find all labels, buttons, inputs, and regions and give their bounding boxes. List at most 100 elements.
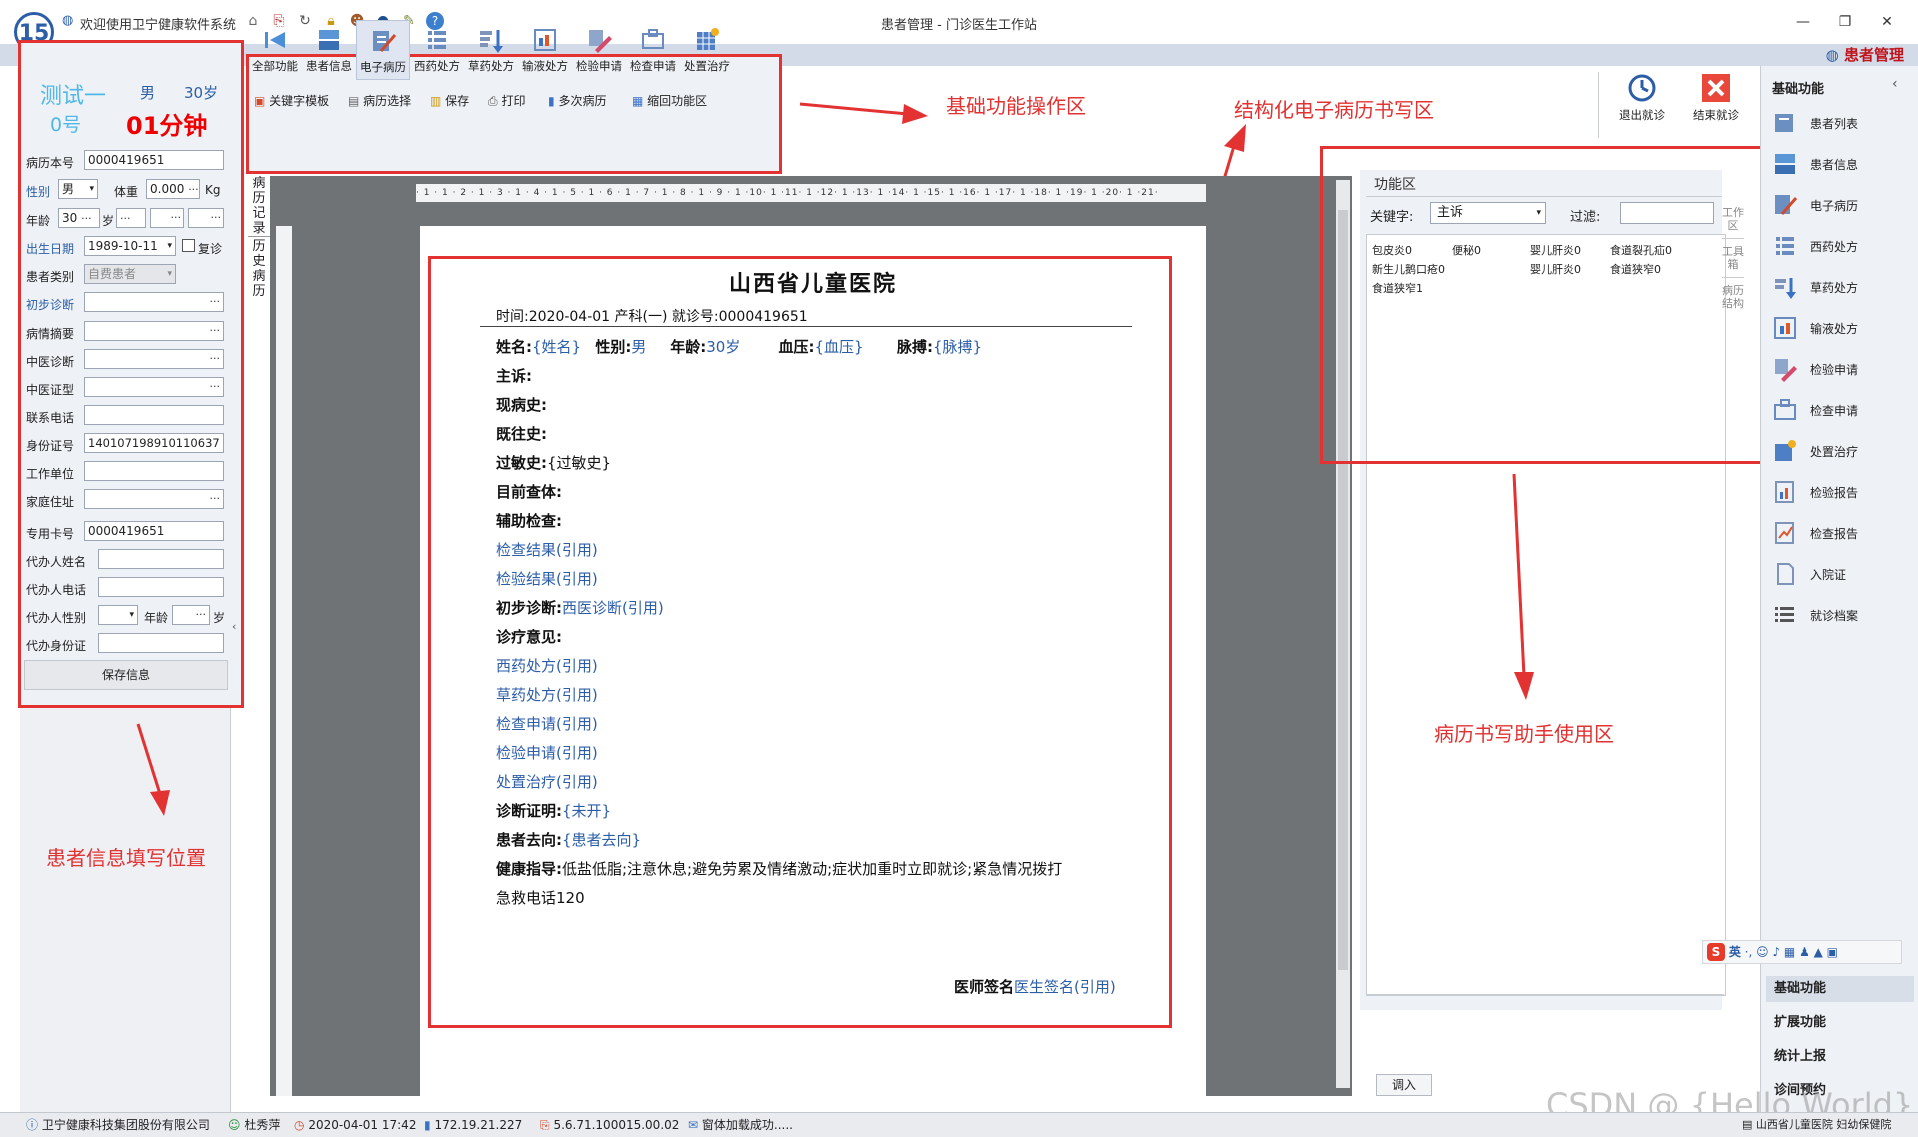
multi-record-button[interactable]: ▮ 多次病历 [548, 92, 606, 109]
tab-history[interactable]: 历史病历 [248, 237, 270, 299]
category-statistics[interactable]: 统计上报 [1766, 1044, 1914, 1070]
toolbar-lab-request-button[interactable]: 检验申请 [572, 20, 626, 80]
nav-exam-report[interactable]: 检查报告 [1772, 520, 1912, 546]
destination-line[interactable]: 患者去向:{患者去向} [496, 829, 641, 850]
annotation-patient-info: 患者信息填写位置 [46, 846, 206, 870]
infusion-icon [1774, 317, 1796, 339]
agent-id-field[interactable] [98, 633, 224, 653]
allergy-line[interactable]: 过敏史:{过敏史} [496, 452, 611, 473]
toolbar-western-rx-button[interactable]: 西药处方 [410, 20, 464, 80]
id-field[interactable]: 140107198910110637 [84, 433, 224, 453]
category-basic[interactable]: 基础功能 [1766, 976, 1914, 1002]
summary-field[interactable]: ··· [84, 321, 224, 341]
toolbar-patient-info-button[interactable]: 患者信息 [302, 20, 356, 80]
nav-emr[interactable]: 电子病历 [1772, 192, 1912, 218]
western-rx-ref[interactable]: 西药处方(引用) [496, 655, 598, 676]
health-guidance-line[interactable]: 健康指导:低盐低脂;注意休息;避免劳累及情绪激动;症状加重时立即就诊;紧急情况拨… [496, 858, 1062, 879]
phone-field[interactable] [84, 405, 224, 425]
import-button[interactable]: 调入 [1376, 1074, 1432, 1096]
status-ip: ▮ 172.19.21.227 [424, 1118, 523, 1132]
sex-select[interactable]: 男 ▾ [58, 179, 98, 199]
birth-date-picker[interactable]: 1989-10-11 ▾ [84, 236, 176, 256]
nav-visit-archive[interactable]: 就诊档案 [1772, 602, 1912, 628]
present-history-line[interactable]: 现病史: [496, 394, 547, 415]
restore-button[interactable]: ❐ [1830, 10, 1860, 34]
toolbar-herbal-rx-button[interactable]: 草药处方 [464, 20, 518, 80]
category-select[interactable]: 自费患者 ▾ [84, 264, 176, 284]
age-day-field[interactable]: ··· [150, 208, 184, 228]
lab-result-ref[interactable]: 检验结果(引用) [496, 568, 598, 589]
nav-patient-list[interactable]: 患者列表 [1772, 110, 1912, 136]
prelim-diag-line[interactable]: 初步诊断:西医诊断(引用) [496, 597, 664, 618]
revisit-checkbox[interactable] [182, 239, 195, 252]
pulse-field[interactable]: {脉搏} [933, 338, 982, 356]
exam-request-icon [1774, 399, 1796, 420]
physical-exam-line[interactable]: 目前查体: [496, 481, 562, 502]
chevron-down-icon: ▾ [167, 241, 172, 251]
complaint-line[interactable]: 主诉: [496, 365, 532, 386]
save-info-button[interactable]: 保存信息 [24, 660, 228, 690]
nav-treatment[interactable]: 处置治疗 [1772, 438, 1912, 464]
advice-line[interactable]: 诊疗意见: [496, 626, 562, 647]
minimize-button[interactable]: — [1788, 10, 1818, 34]
bp-field[interactable]: {血压} [815, 338, 864, 356]
card-field[interactable]: 0000419651 [84, 521, 224, 541]
end-visit-button[interactable]: 结束就诊 [1680, 72, 1752, 136]
address-field[interactable]: ··· [84, 489, 224, 509]
agent-sex-select[interactable]: ▾ [98, 605, 138, 625]
work-field[interactable] [84, 461, 224, 481]
nav-lab-report[interactable]: 检验报告 [1772, 479, 1912, 505]
certificate-line[interactable]: 诊断证明:{未开} [496, 800, 611, 821]
doctor-signature-line[interactable]: 医师签名医生签名(引用) [954, 976, 1116, 997]
toolbar-exam-request-button[interactable]: 检查申请 [626, 20, 680, 80]
lab-request-ref[interactable]: 检验申请(引用) [496, 742, 598, 763]
toolbar-all-functions-button[interactable]: 全部功能 [248, 20, 302, 80]
past-history-line[interactable]: 既往史: [496, 423, 547, 444]
record-select-button[interactable]: ▤ 病历选择 [348, 92, 411, 109]
collapse-left-icon[interactable]: ‹ [232, 620, 236, 633]
tcm-diag-field[interactable]: ··· [84, 349, 224, 369]
toolbar-infusion-rx-button[interactable]: 输液处方 [518, 20, 572, 80]
collapse-func-area-button[interactable]: ▦ 缩回功能区 [632, 92, 707, 109]
nav-patient-info[interactable]: 患者信息 [1772, 151, 1912, 177]
age-month-field[interactable]: ··· [116, 208, 146, 228]
ime-tools-icon: ·, ☺ ♪ ▦ ♟ ▲ ▣ [1744, 945, 1839, 959]
toolbar-treatment-button[interactable]: 处置治疗 [680, 20, 734, 80]
ime-toolbar[interactable]: S 英 ·, ☺ ♪ ▦ ♟ ▲ ▣ [1702, 940, 1902, 964]
tcm-diag-label: 中医诊断 [26, 355, 75, 369]
keyword-template-button[interactable]: ▣ 关键字模板 [254, 92, 329, 109]
agent-name-field[interactable] [98, 549, 224, 569]
nav-infusion-rx[interactable]: 输液处方 [1772, 315, 1912, 341]
agent-age-field[interactable]: ··· [172, 605, 210, 625]
nav-admission[interactable]: 入院证 [1772, 561, 1912, 587]
revisit-label: 复诊 [198, 242, 223, 256]
weight-field[interactable]: 0.000 ··· [146, 179, 200, 199]
agent-phone-field[interactable] [98, 577, 224, 597]
treatment-ref[interactable]: 处置治疗(引用) [496, 771, 598, 792]
close-window-button[interactable]: ✕ [1872, 10, 1902, 34]
tab-record[interactable]: 病历记录 [248, 176, 270, 237]
exam-request-ref[interactable]: 检查申请(引用) [496, 713, 598, 734]
collapse-right-icon[interactable]: ‹ [1892, 76, 1898, 92]
record-no-field[interactable]: 0000419651 [84, 150, 224, 170]
exam-result-ref[interactable]: 检查结果(引用) [496, 539, 598, 560]
name-field[interactable]: {姓名} [532, 338, 581, 356]
herbal-rx-ref[interactable]: 草药处方(引用) [496, 684, 598, 705]
health-guidance-line-2[interactable]: 急救电话120 [496, 887, 585, 908]
nav-exam-request[interactable]: 检查申请 [1772, 397, 1912, 423]
save-button[interactable]: ▥ 保存 [430, 92, 469, 109]
print-button[interactable]: ⎙ 打印 [488, 92, 525, 109]
age-field[interactable]: 30 ··· [58, 208, 100, 228]
prelim-diag-field[interactable]: ··· [84, 292, 224, 312]
age-label: 年龄 [26, 214, 51, 228]
tcm-type-field[interactable]: ··· [84, 377, 224, 397]
exit-visit-button[interactable]: 退出就诊 [1606, 72, 1678, 136]
aux-exam-line[interactable]: 辅助检查: [496, 510, 562, 531]
toolbar-emr-button[interactable]: 电子病历 [356, 20, 410, 80]
nav-western-rx[interactable]: 西药处方 [1772, 233, 1912, 259]
nav-lab-request[interactable]: 检验申请 [1772, 356, 1912, 382]
category-extended[interactable]: 扩展功能 [1766, 1010, 1914, 1036]
age-hour-field[interactable]: ··· [188, 208, 224, 228]
treatment-grid-icon [697, 28, 719, 50]
nav-herbal-rx[interactable]: 草药处方 [1772, 274, 1912, 300]
